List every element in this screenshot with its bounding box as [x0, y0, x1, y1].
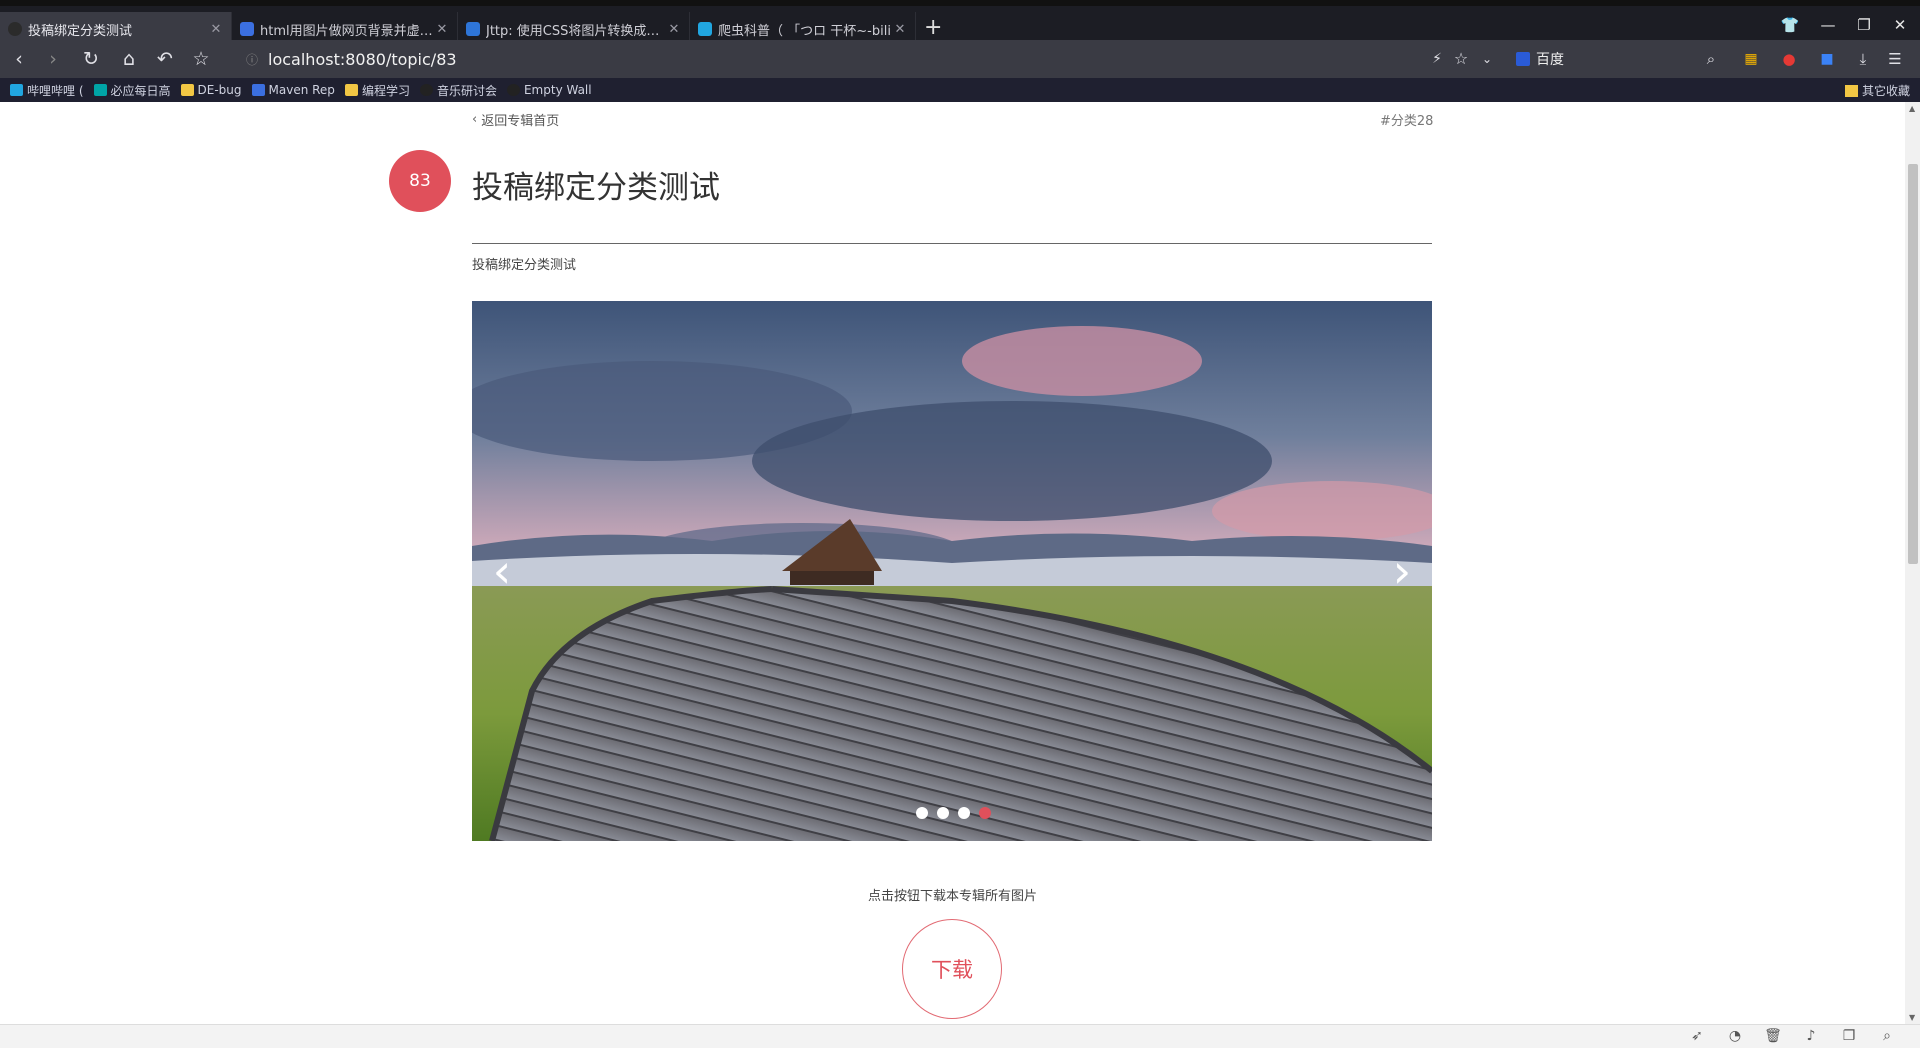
topic-description: 投稿绑定分类测试: [472, 258, 577, 273]
bookmark-music[interactable]: 音乐研讨会: [419, 82, 497, 99]
scroll-up-icon[interactable]: ▲: [1909, 104, 1915, 113]
site-info-icon[interactable]: ⓘ: [246, 51, 258, 68]
address-bar[interactable]: ⓘ localhost:8080/topic/83: [240, 45, 1470, 73]
carousel-dot[interactable]: [958, 807, 970, 819]
rocket-icon[interactable]: ➶: [1688, 1028, 1706, 1044]
back-link-label: 返回专辑首页: [481, 114, 560, 129]
tab-title: 投稿绑定分类测试: [28, 23, 133, 39]
bookmark-debug[interactable]: DE-bug: [180, 83, 242, 97]
url-text[interactable]: localhost:8080/topic/83: [268, 50, 457, 69]
reload-icon[interactable]: ↻: [78, 48, 104, 70]
close-window-icon[interactable]: ✕: [1888, 16, 1912, 34]
download-icon[interactable]: ⤓: [1850, 48, 1876, 70]
restore-icon[interactable]: ❐: [1852, 16, 1876, 34]
bookmark-label: Empty Wall: [523, 83, 592, 97]
page-title: 投稿绑定分类测试: [472, 170, 720, 206]
category-tag[interactable]: #分类28: [1380, 110, 1433, 129]
menu-icon[interactable]: ☰: [1882, 48, 1908, 70]
close-tab-icon[interactable]: ✕: [435, 22, 449, 37]
page-scrollbar[interactable]: ▲ ▼: [1905, 102, 1920, 1024]
bilibili-icon: [10, 84, 23, 96]
lightning-icon[interactable]: ⚡: [1424, 48, 1450, 70]
undo-close-icon[interactable]: ↶: [152, 48, 178, 70]
carousel-indicators: [916, 807, 991, 819]
carousel-dot[interactable]: [937, 807, 949, 819]
tab-bar: 投稿绑定分类测试 ✕ html用图片做网页背景并虚化_百 ✕ Jttp: 使用C…: [0, 0, 1920, 46]
back-to-album-link[interactable]: ‹ 返回专辑首页: [472, 110, 559, 129]
bookmark-label: Maven Rep: [268, 83, 335, 97]
bookmarks-bar: 哔哩哔哩 ( 必应每日高 DE-bug Maven Rep 编程学习 音乐研讨会…: [0, 78, 1920, 102]
baidu-icon: [240, 22, 254, 36]
adblock-icon[interactable]: ●: [1776, 48, 1802, 70]
carousel-dot[interactable]: [916, 807, 928, 819]
search-engine-label: 百度: [1536, 52, 1564, 68]
skin-icon[interactable]: 👕: [1778, 16, 1802, 34]
navigation-toolbar: ‹ › ↻ ⌂ ↶ ☆ ⓘ localhost:8080/topic/83 ⚡ …: [0, 40, 1920, 78]
folder-icon: [344, 84, 358, 96]
site-favicon-icon: [8, 22, 22, 36]
minimize-icon[interactable]: —: [1816, 16, 1840, 34]
zoom-icon[interactable]: ⌕: [1878, 1028, 1896, 1044]
bing-icon: [93, 84, 107, 96]
bookmark-star-icon[interactable]: ☆: [188, 48, 214, 70]
folder-icon: [1844, 84, 1858, 97]
search-box[interactable]: 百度: [1516, 45, 1706, 73]
apps-grid-icon[interactable]: ▦: [1738, 48, 1764, 70]
other-bookmarks[interactable]: 其它收藏: [1844, 82, 1910, 99]
baidu-icon: [1516, 52, 1530, 66]
scrollbar-thumb[interactable]: [1908, 164, 1918, 564]
tab-title: html用图片做网页背景并虚化_百: [260, 23, 435, 39]
other-bookmarks-label: 其它收藏: [1861, 84, 1910, 98]
download-hint: 点击按钮下载本专辑所有图片: [867, 889, 1037, 904]
music-icon: [419, 84, 433, 96]
chevron-left-icon: ‹: [472, 112, 478, 127]
tab-title: Jttp: 使用CSS将图片转换成模糊: [486, 23, 667, 39]
bookmark-bilibili[interactable]: 哔哩哔哩 (: [10, 82, 84, 99]
bookmark-bing[interactable]: 必应每日高: [93, 82, 171, 99]
image-carousel[interactable]: ‹ ›: [472, 301, 1432, 841]
home-icon[interactable]: ⌂: [116, 48, 142, 70]
doc-icon: [466, 22, 480, 36]
bookmark-label: 音乐研讨会: [436, 83, 497, 98]
download-button[interactable]: 下载: [902, 919, 1002, 1019]
bookmark-maven[interactable]: Maven Rep: [251, 83, 335, 97]
bookmark-empty-wall[interactable]: Empty Wall: [506, 83, 592, 97]
tab-title: 爬虫科普（ 「つロ 干杯~-bili: [718, 23, 891, 39]
search-icon[interactable]: ⌕: [1698, 48, 1724, 70]
browser-window: 投稿绑定分类测试 ✕ html用图片做网页背景并虚化_百 ✕ Jttp: 使用C…: [0, 0, 1920, 1048]
extension-icon[interactable]: ■: [1814, 48, 1840, 70]
back-icon[interactable]: ‹: [6, 48, 32, 70]
carousel-photo: [472, 301, 1432, 841]
carousel-next-arrow-icon[interactable]: ›: [1382, 546, 1422, 596]
favorite-icon[interactable]: ☆: [1448, 48, 1474, 70]
bookmark-label: 必应每日高: [110, 83, 171, 98]
chevron-down-icon[interactable]: ⌄: [1474, 48, 1500, 70]
close-tab-icon[interactable]: ✕: [209, 22, 223, 37]
page-content: ‹ 返回专辑首页 #分类28 83 投稿绑定分类测试 投稿绑定分类测试 ‹ › …: [0, 102, 1905, 1024]
scroll-down-icon[interactable]: ▼: [1909, 1013, 1915, 1022]
carousel-dot-active[interactable]: [979, 807, 991, 819]
window-icon[interactable]: ❐: [1840, 1028, 1858, 1044]
speedometer-icon[interactable]: ◔: [1726, 1028, 1744, 1044]
bilibili-icon: [698, 22, 712, 36]
title-divider: [472, 243, 1432, 244]
close-tab-icon[interactable]: ✕: [667, 22, 681, 37]
folder-icon: [180, 84, 194, 96]
status-bar: ➶ ◔ 🗑 ♪ ❐ ⌕: [0, 1024, 1920, 1048]
github-icon: [506, 84, 520, 96]
bookmark-programming[interactable]: 编程学习: [344, 82, 410, 99]
topic-id-badge: 83: [389, 150, 451, 212]
bookmark-label: 编程学习: [361, 83, 410, 98]
new-tab-button[interactable]: +: [924, 16, 942, 40]
forward-icon[interactable]: ›: [40, 48, 66, 70]
bookmark-label: DE-bug: [197, 83, 242, 97]
close-tab-icon[interactable]: ✕: [893, 22, 907, 37]
maven-icon: [251, 84, 265, 96]
trash-icon[interactable]: 🗑: [1764, 1028, 1782, 1044]
bookmark-label: 哔哩哔哩 (: [27, 83, 84, 98]
carousel-prev-arrow-icon[interactable]: ‹: [482, 546, 522, 596]
volume-icon[interactable]: ♪: [1802, 1028, 1820, 1044]
